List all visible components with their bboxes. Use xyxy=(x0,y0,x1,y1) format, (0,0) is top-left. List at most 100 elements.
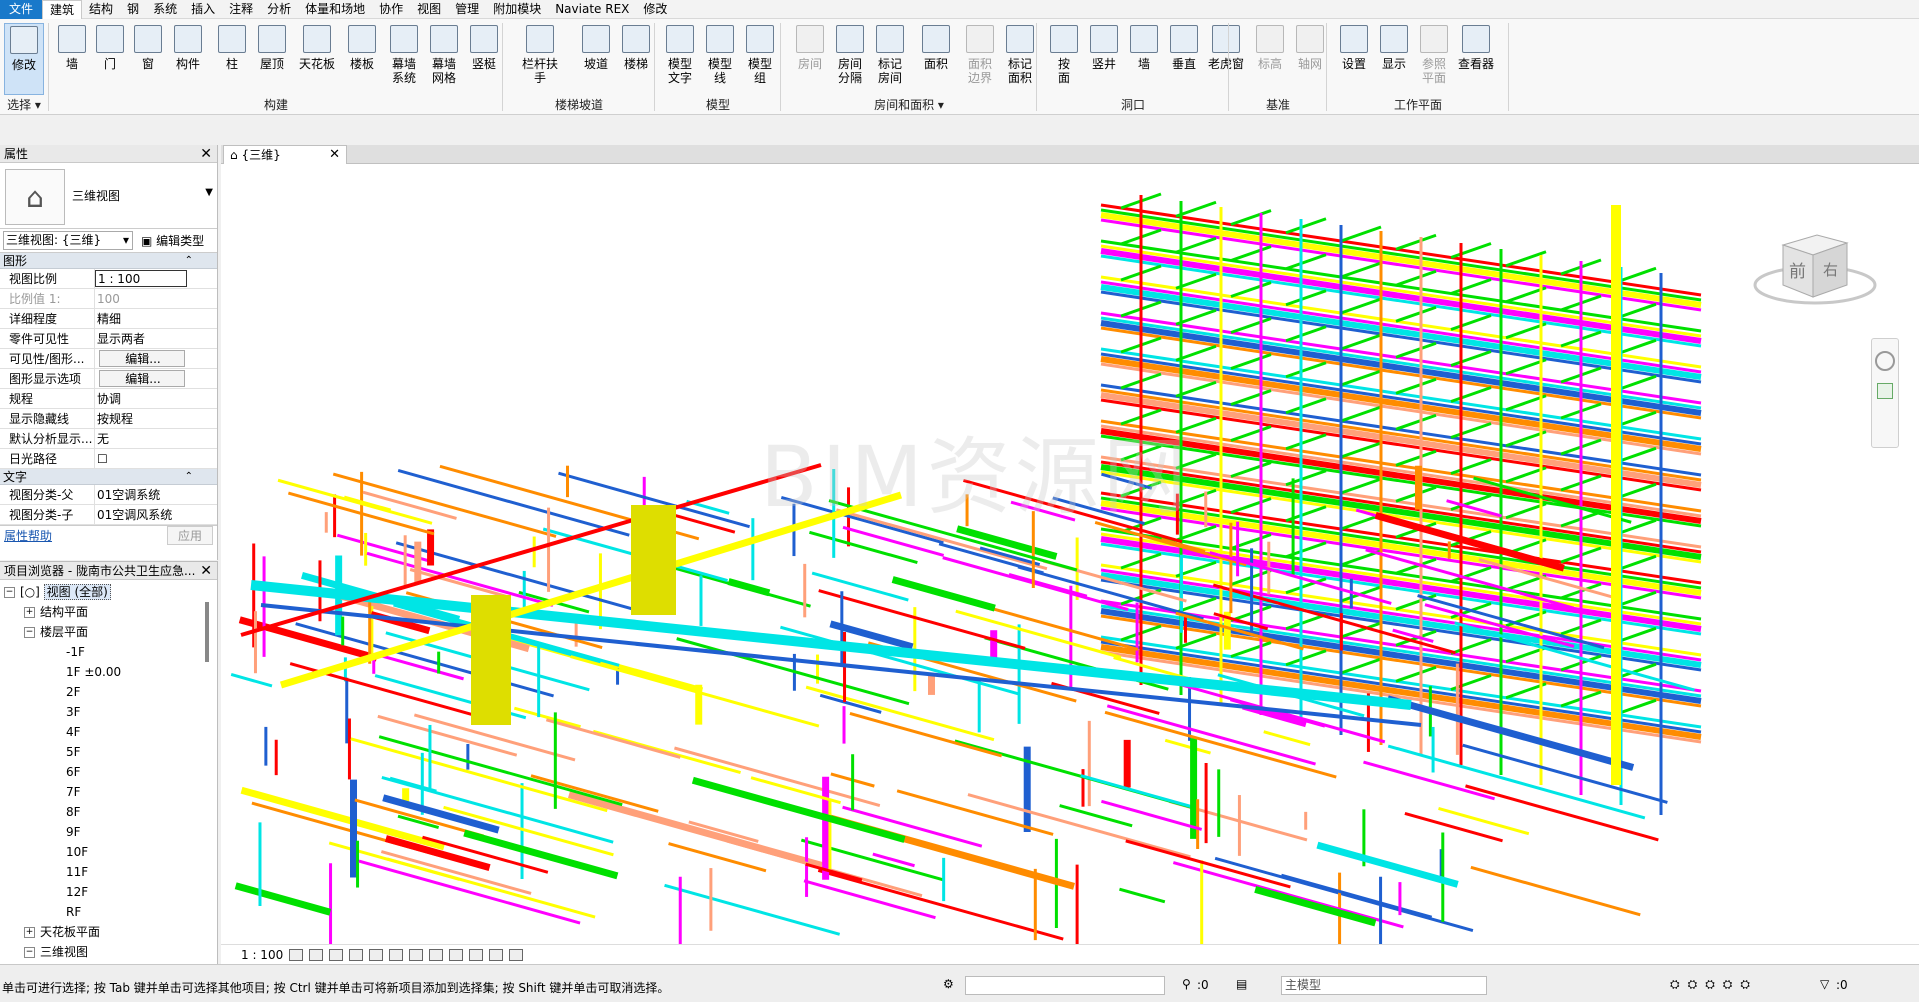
property-value[interactable]: 显示两者 xyxy=(95,329,187,348)
ribbon-button-31[interactable]: 设置 xyxy=(1334,23,1374,95)
detail-level-icon[interactable] xyxy=(289,948,304,961)
ribbon-button-32[interactable]: 显示 xyxy=(1374,23,1414,95)
menu-tab-12[interactable]: 附加模块 xyxy=(486,0,548,19)
ribbon-button-7[interactable]: 天花板 xyxy=(297,23,337,95)
hide-isolate-icon[interactable] xyxy=(449,948,464,961)
workset-selector[interactable] xyxy=(965,976,1165,995)
ribbon-button-21[interactable]: 面积 xyxy=(916,23,956,95)
collapse-icon[interactable]: ⌃ xyxy=(185,253,193,269)
cube-front[interactable]: 前 xyxy=(1789,262,1806,282)
ribbon-button-20[interactable]: 标记 房间 xyxy=(870,23,910,95)
ribbon-button-14[interactable]: 楼梯 xyxy=(616,23,656,95)
browser-node[interactable]: 12F xyxy=(0,882,217,902)
collapse-icon[interactable]: − xyxy=(24,947,35,958)
property-value[interactable]: 按规程 xyxy=(95,409,187,428)
zoom-icon[interactable] xyxy=(1877,383,1893,399)
menu-tab-3[interactable]: 钢 xyxy=(120,0,146,19)
ribbon-panel-label[interactable]: 构建 xyxy=(50,97,502,113)
ribbon-panel-label[interactable]: 洞口 xyxy=(1038,97,1228,113)
property-value[interactable]: 01空调系统 xyxy=(95,485,187,504)
edit-type-button[interactable]: ▣ 编辑类型 xyxy=(141,232,204,249)
browser-node[interactable]: 10F xyxy=(0,842,217,862)
menu-tab-4[interactable]: 系统 xyxy=(146,0,184,19)
ribbon-panel-label[interactable]: 工作平面 xyxy=(1328,97,1508,113)
ribbon-button-27[interactable]: 垂直 xyxy=(1164,23,1204,95)
property-value[interactable]: 编辑... xyxy=(99,370,185,387)
ribbon-button-13[interactable]: 坡道 xyxy=(576,23,616,95)
property-value[interactable]: 精细 xyxy=(95,309,187,328)
browser-node[interactable]: 5F xyxy=(0,742,217,762)
menu-tab-14[interactable]: 修改 xyxy=(636,0,674,19)
menu-tab-13[interactable]: Naviate REX xyxy=(548,0,636,19)
ribbon-button-0[interactable]: 修改 xyxy=(4,23,44,95)
property-group-header[interactable]: 图形 ⌃ xyxy=(0,253,217,269)
shadows-icon[interactable] xyxy=(349,948,364,961)
ribbon-button-16[interactable]: 模型 线 xyxy=(700,23,740,95)
analytical-icon[interactable] xyxy=(509,948,524,961)
ribbon-panel-label[interactable]: 选择 ▾ xyxy=(0,97,48,113)
browser-node[interactable]: 8F xyxy=(0,802,217,822)
property-value[interactable]: ☐ xyxy=(95,449,187,468)
ribbon-button-4[interactable]: 构件 xyxy=(168,23,208,95)
browser-node[interactable]: 4F xyxy=(0,722,217,742)
close-icon[interactable]: ✕ xyxy=(200,145,212,163)
collapse-icon[interactable]: ⌃ xyxy=(185,469,193,485)
browser-node[interactable]: + 天花板平面 xyxy=(0,922,217,942)
sun-path-icon[interactable] xyxy=(329,948,344,961)
3d-viewport[interactable] xyxy=(221,145,1919,964)
temp-view-icon[interactable] xyxy=(489,948,504,961)
property-value[interactable]: 编辑... xyxy=(99,350,185,367)
collapse-icon[interactable]: − xyxy=(4,587,15,598)
menu-tab-6[interactable]: 注释 xyxy=(222,0,260,19)
ribbon-panel-label[interactable]: 基准 xyxy=(1230,97,1326,113)
ribbon-button-29[interactable]: 标高 xyxy=(1250,23,1290,95)
browser-node[interactable]: − 楼层平面 xyxy=(0,622,217,642)
expand-icon[interactable]: + xyxy=(24,927,35,938)
property-value[interactable]: 无 xyxy=(95,429,187,448)
scrollbar[interactable] xyxy=(205,602,209,662)
ribbon-button-3[interactable]: 窗 xyxy=(128,23,168,95)
browser-node[interactable]: − [○] 视图 (全部) xyxy=(0,582,217,602)
ribbon-button-26[interactable]: 墙 xyxy=(1124,23,1164,95)
filter-icon[interactable]: ⚲ xyxy=(1182,977,1191,991)
render-icon[interactable] xyxy=(369,948,384,961)
ribbon-panel-label[interactable]: 模型 xyxy=(656,97,780,113)
ribbon-button-1[interactable]: 墙 xyxy=(52,23,92,95)
browser-node[interactable]: 2F xyxy=(0,682,217,702)
property-value[interactable]: 1 : 100 xyxy=(95,270,187,287)
properties-help-link[interactable]: 属性帮助 xyxy=(4,527,52,544)
filter-icon[interactable]: ▽ xyxy=(1820,977,1829,991)
ribbon-button-34[interactable]: 查看器 xyxy=(1456,23,1496,95)
property-group-header[interactable]: 文字 ⌃ xyxy=(0,469,217,485)
collapse-icon[interactable]: − xyxy=(24,627,35,638)
browser-node[interactable]: − 三维视图 xyxy=(0,942,217,962)
apply-button[interactable]: 应用 xyxy=(166,526,213,545)
property-value[interactable]: 协调 xyxy=(95,389,187,408)
model-canvas[interactable] xyxy=(221,165,1919,964)
browser-node[interactable]: RF xyxy=(0,902,217,922)
browser-node[interactable]: 3F xyxy=(0,702,217,722)
menu-tab-1[interactable]: 建筑 xyxy=(42,0,83,19)
browser-node[interactable]: 1F ±0.00 xyxy=(0,662,217,682)
ribbon-button-17[interactable]: 模型 组 xyxy=(740,23,780,95)
ribbon-button-6[interactable]: 屋顶 xyxy=(252,23,292,95)
worksets-icon[interactable]: ⚙ xyxy=(943,977,954,991)
steering-wheel-icon[interactable] xyxy=(1875,351,1895,371)
ribbon-button-22[interactable]: 面积 边界 xyxy=(960,23,1000,95)
menu-tab-8[interactable]: 体量和场地 xyxy=(298,0,372,19)
menu-tab-7[interactable]: 分析 xyxy=(260,0,298,19)
tab-3d-view[interactable]: ⌂ {三维} ✕ xyxy=(223,145,347,164)
browser-node[interactable]: 11F xyxy=(0,862,217,882)
menu-tab-0[interactable]: 文件 xyxy=(0,0,43,19)
browser-node[interactable]: 6F xyxy=(0,762,217,782)
close-icon[interactable]: ✕ xyxy=(200,562,212,580)
property-value[interactable]: 01空调风系统 xyxy=(95,505,187,524)
menu-tab-9[interactable]: 协作 xyxy=(372,0,410,19)
ribbon-button-15[interactable]: 模型 文字 xyxy=(660,23,700,95)
view-scale[interactable]: 1 : 100 xyxy=(241,948,283,962)
ribbon-panel-label[interactable]: 房间和面积 ▾ xyxy=(782,97,1036,113)
ribbon-button-23[interactable]: 标记 面积 xyxy=(1000,23,1040,95)
ribbon-button-28[interactable]: 老虎窗 xyxy=(1206,23,1246,95)
menu-tab-2[interactable]: 结构 xyxy=(82,0,120,19)
browser-node[interactable]: 9F xyxy=(0,822,217,842)
